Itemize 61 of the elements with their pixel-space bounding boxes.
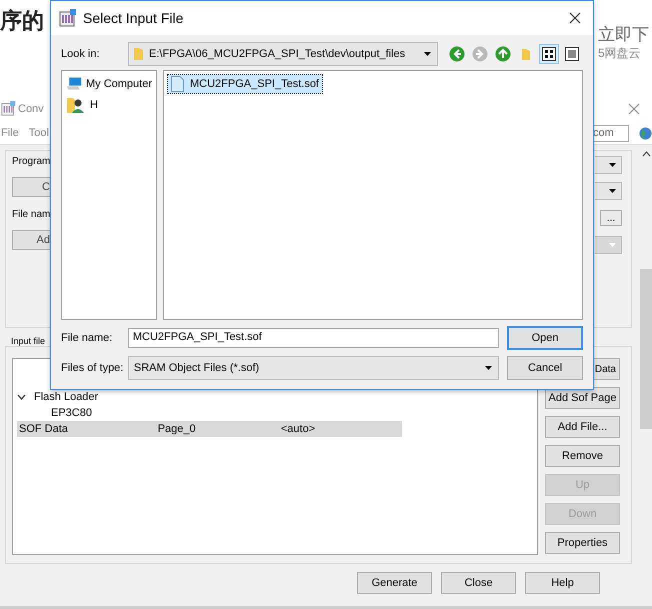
look-in-dropdown[interactable]: E:\FPGA\06_MCU2FPGA_SPI_Test\dev\output_files	[128, 42, 438, 66]
view-button[interactable]	[539, 44, 559, 64]
computer-icon	[66, 76, 82, 92]
side-button[interactable]: Add File...	[545, 416, 620, 438]
program-button[interactable]: C	[12, 177, 52, 197]
field-label: Files of type:	[61, 362, 124, 374]
caret-down-icon	[609, 243, 616, 247]
browse-button[interactable]: ...	[600, 210, 622, 226]
tree-cell-text: Flash Loader	[33, 391, 100, 403]
app-icon	[59, 9, 77, 27]
file-name-field[interactable]: MCU2FPGA_SPI_Test.sof	[128, 328, 500, 348]
caret-up-icon[interactable]	[642, 151, 650, 157]
caret-down-icon	[609, 163, 616, 167]
field-label: File nam	[12, 209, 50, 220]
tree-cell-text: SOF Data	[18, 423, 69, 435]
user-folder-icon	[66, 96, 86, 114]
globe-icon[interactable]	[639, 126, 652, 140]
folder-icon	[134, 47, 143, 61]
footer-button[interactable]: Help	[525, 572, 600, 594]
dialog-title: Select Input File	[83, 10, 184, 26]
place-item[interactable]: H	[90, 99, 98, 111]
tree-cell-text: EP3C80	[50, 407, 93, 419]
chevron-down-icon[interactable]	[17, 394, 26, 400]
caret-down-icon	[424, 52, 431, 56]
file-type-dropdown[interactable]: SRAM Object Files (*.sof)	[128, 356, 500, 380]
menu-item[interactable]: File	[1, 127, 19, 139]
app-icon	[1, 101, 16, 116]
grid-view-icon	[542, 47, 556, 61]
side-button[interactable]: Properties	[545, 532, 620, 554]
footer-button[interactable]: Close	[441, 572, 516, 594]
tree-row[interactable]: SOF Data Page_0 <auto>	[17, 421, 402, 437]
place-item[interactable]: My Computer	[86, 78, 152, 90]
page-heading: 序的	[0, 10, 44, 32]
menu-item[interactable]: Tool	[28, 127, 49, 139]
group-label: Input file	[11, 336, 46, 346]
dropdown[interactable]	[595, 156, 622, 174]
field-label: Program	[12, 156, 50, 167]
field-label: File name:	[61, 332, 114, 344]
tree-cell-text: Page_0	[156, 423, 197, 435]
list-entry[interactable]: MCU2FPGA_SPI_Test.sof	[167, 74, 323, 94]
caret-down-icon	[485, 366, 492, 370]
tree-cell-text: <auto>	[280, 423, 316, 435]
tree-row[interactable]: EP3C80	[49, 405, 537, 421]
page-text: 5网盘云	[598, 45, 642, 62]
dropdown[interactable]	[595, 182, 622, 200]
open-button[interactable]: Open	[507, 326, 583, 350]
window-title: Conv	[18, 102, 44, 114]
close-icon[interactable]	[569, 12, 581, 24]
caret-down-icon	[609, 189, 616, 193]
footer-button[interactable]: Generate	[357, 572, 432, 594]
field-label: Look in:	[61, 48, 101, 60]
document-icon	[171, 76, 184, 92]
view-button[interactable]	[562, 44, 582, 64]
add-button[interactable]: Ad	[12, 230, 52, 250]
list-view-icon	[565, 47, 579, 61]
side-button[interactable]: Remove	[545, 445, 620, 467]
cancel-button[interactable]: Cancel	[507, 356, 583, 380]
page-text: 立即下	[598, 26, 649, 43]
tree-row[interactable]: Flash Loader	[17, 389, 402, 405]
side-button[interactable]: Add Sof Page	[545, 387, 620, 409]
up-arrow-icon[interactable]	[495, 46, 511, 62]
